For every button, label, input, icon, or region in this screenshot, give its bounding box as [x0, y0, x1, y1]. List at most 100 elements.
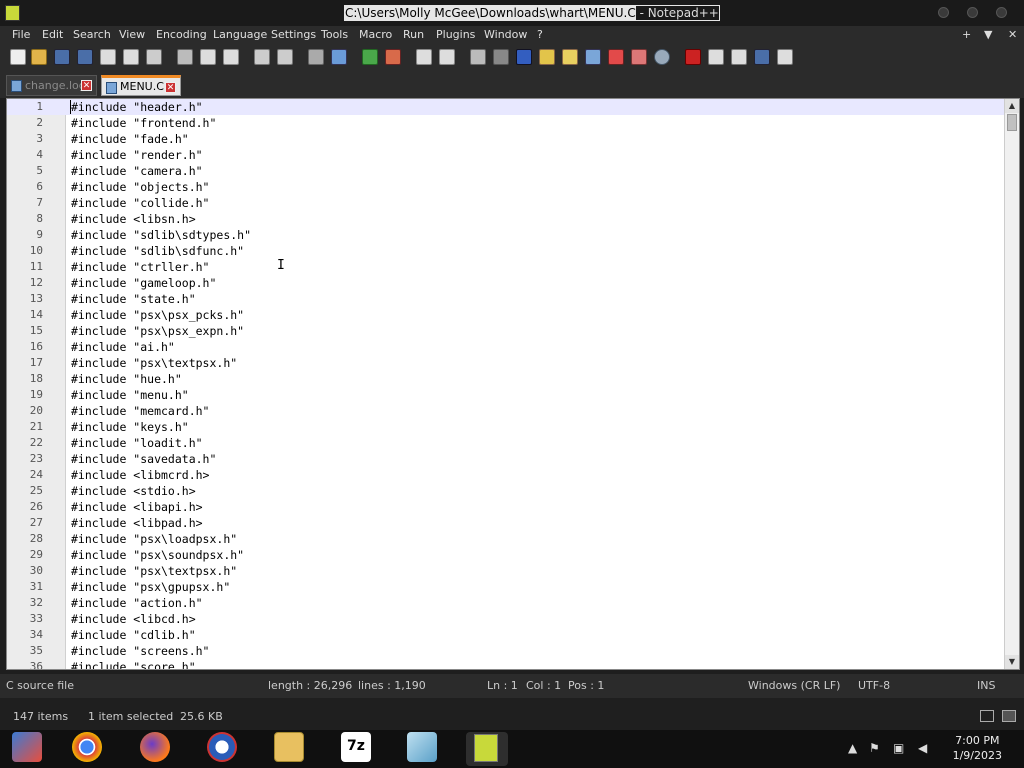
menu-language[interactable]: Language: [213, 28, 267, 41]
close-all-icon[interactable]: [123, 49, 139, 65]
code-line[interactable]: 19 #include "menu.h": [7, 387, 1007, 403]
firefox-icon[interactable]: [140, 732, 170, 762]
code-text[interactable]: #include <libcd.h>: [71, 611, 196, 627]
zoom-out-icon[interactable]: [385, 49, 401, 65]
details-view-icon[interactable]: [980, 710, 994, 722]
code-text[interactable]: #include "psx\psx_pcks.h": [71, 307, 244, 323]
code-text[interactable]: #include "state.h": [71, 291, 196, 307]
menu-edit[interactable]: Edit: [42, 28, 63, 41]
code-line[interactable]: 31 #include "psx\gpupsx.h": [7, 579, 1007, 595]
7zip-icon[interactable]: 7z: [341, 732, 371, 762]
code-line[interactable]: 8 #include <libsn.h>: [7, 211, 1007, 227]
code-line[interactable]: 2 #include "frontend.h": [7, 115, 1007, 131]
code-line[interactable]: 29 #include "psx\soundpsx.h": [7, 547, 1007, 563]
status-eol[interactable]: Windows (CR LF): [748, 679, 840, 692]
code-text[interactable]: #include <libmcrd.h>: [71, 467, 209, 483]
tab-close-icon[interactable]: ✕: [165, 82, 176, 93]
code-text[interactable]: #include "menu.h": [71, 387, 189, 403]
function-list-icon[interactable]: [608, 49, 624, 65]
sync-vertical-icon[interactable]: [416, 49, 432, 65]
menu-encoding[interactable]: Encoding: [156, 28, 207, 41]
code-text[interactable]: #include "psx\loadpsx.h": [71, 531, 237, 547]
doc-list-icon[interactable]: [585, 49, 601, 65]
notebook-icon[interactable]: [407, 732, 437, 762]
code-text[interactable]: #include "sdlib\sdfunc.h": [71, 243, 244, 259]
code-text[interactable]: #include "psx\gpupsx.h": [71, 579, 230, 595]
code-line[interactable]: 17 #include "psx\textpsx.h": [7, 355, 1007, 371]
undo-icon[interactable]: [254, 49, 270, 65]
scroll-up-icon[interactable]: ▲: [1005, 99, 1019, 113]
code-text[interactable]: #include "ai.h": [71, 339, 175, 355]
code-line[interactable]: 15 #include "psx\psx_expn.h": [7, 323, 1007, 339]
code-line[interactable]: 13 #include "state.h": [7, 291, 1007, 307]
record-macro-icon[interactable]: [685, 49, 701, 65]
vertical-scrollbar[interactable]: ▲ ▼: [1004, 99, 1019, 669]
code-text[interactable]: #include "frontend.h": [71, 115, 216, 131]
code-line[interactable]: 12 #include "gameloop.h": [7, 275, 1007, 291]
code-line[interactable]: 6 #include "objects.h": [7, 179, 1007, 195]
cut-icon[interactable]: [177, 49, 193, 65]
flag-icon[interactable]: ⚑: [869, 741, 880, 755]
code-text[interactable]: #include "score.h": [71, 659, 196, 669]
code-line[interactable]: 32 #include "action.h": [7, 595, 1007, 611]
volume-icon[interactable]: ◀: [918, 741, 927, 755]
playback-macro-icon[interactable]: [731, 49, 747, 65]
menu-search[interactable]: Search: [73, 28, 111, 41]
code-text[interactable]: #include "action.h": [71, 595, 203, 611]
file-explorer-icon[interactable]: [274, 732, 304, 762]
code-text[interactable]: #include "cdlib.h": [71, 627, 196, 643]
chrome-icon[interactable]: [72, 732, 102, 762]
code-line[interactable]: 24 #include <libmcrd.h>: [7, 467, 1007, 483]
code-line[interactable]: 11 #include "ctrller.h": [7, 259, 1007, 275]
monitoring-icon[interactable]: [654, 49, 670, 65]
code-line[interactable]: 34 #include "cdlib.h": [7, 627, 1007, 643]
folder-workspace-icon[interactable]: [631, 49, 647, 65]
copy-icon[interactable]: [200, 49, 216, 65]
code-line[interactable]: 1 #include "header.h": [7, 99, 1007, 115]
code-text[interactable]: #include <libpad.h>: [71, 515, 203, 531]
code-line[interactable]: 33 #include <libcd.h>: [7, 611, 1007, 627]
tab-menu-c[interactable]: MENU.C ✕: [101, 75, 181, 96]
open-file-icon[interactable]: [31, 49, 47, 65]
notepadpp-taskbar-button[interactable]: [466, 732, 508, 766]
code-text[interactable]: #include "psx\textpsx.h": [71, 563, 237, 579]
code-text[interactable]: #include "render.h": [71, 147, 203, 163]
code-text[interactable]: #include "screens.h": [71, 643, 209, 659]
tab-change-log[interactable]: change.log ✕: [6, 75, 97, 96]
code-line[interactable]: 5 #include "camera.h": [7, 163, 1007, 179]
code-line[interactable]: 26 #include <libapi.h>: [7, 499, 1007, 515]
close-file-icon[interactable]: [100, 49, 116, 65]
menu-view[interactable]: View: [119, 28, 145, 41]
code-text[interactable]: #include "sdlib\sdtypes.h": [71, 227, 251, 243]
code-line[interactable]: 21 #include "keys.h": [7, 419, 1007, 435]
code-text[interactable]: #include "hue.h": [71, 371, 182, 387]
word-wrap-icon[interactable]: [470, 49, 486, 65]
code-text[interactable]: #include "psx\psx_expn.h": [71, 323, 244, 339]
code-line[interactable]: 9 #include "sdlib\sdtypes.h": [7, 227, 1007, 243]
menu-macro[interactable]: Macro: [359, 28, 392, 41]
tiles-view-icon[interactable]: [1002, 710, 1016, 722]
code-line[interactable]: 36 #include "score.h": [7, 659, 1007, 669]
code-text[interactable]: #include "psx\textpsx.h": [71, 355, 237, 371]
tray-expand-icon[interactable]: ▲: [848, 741, 857, 755]
network-icon[interactable]: ▣: [893, 741, 904, 755]
tab-list-down-icon[interactable]: ▼: [984, 28, 992, 41]
menu-help[interactable]: ?: [537, 28, 543, 41]
indent-guide-icon[interactable]: [516, 49, 532, 65]
code-line[interactable]: 27 #include <libpad.h>: [7, 515, 1007, 531]
code-line[interactable]: 23 #include "savedata.h": [7, 451, 1007, 467]
code-text[interactable]: #include <libsn.h>: [71, 211, 196, 227]
sync-horizontal-icon[interactable]: [439, 49, 455, 65]
code-text[interactable]: #include "ctrller.h": [71, 259, 209, 275]
menu-settings[interactable]: Settings: [271, 28, 316, 41]
scroll-down-icon[interactable]: ▼: [1005, 655, 1019, 669]
code-line[interactable]: 25 #include <stdio.h>: [7, 483, 1007, 499]
code-text[interactable]: #include <stdio.h>: [71, 483, 196, 499]
code-text[interactable]: #include "loadit.h": [71, 435, 203, 451]
code-text[interactable]: #include "collide.h": [71, 195, 209, 211]
editor-area[interactable]: 1 #include "header.h" 2 #include "frontend.…: [6, 98, 1020, 670]
show-all-chars-icon[interactable]: [493, 49, 509, 65]
code-text[interactable]: #include "memcard.h": [71, 403, 209, 419]
code-line[interactable]: 3 #include "fade.h": [7, 131, 1007, 147]
code-line[interactable]: 20 #include "memcard.h": [7, 403, 1007, 419]
